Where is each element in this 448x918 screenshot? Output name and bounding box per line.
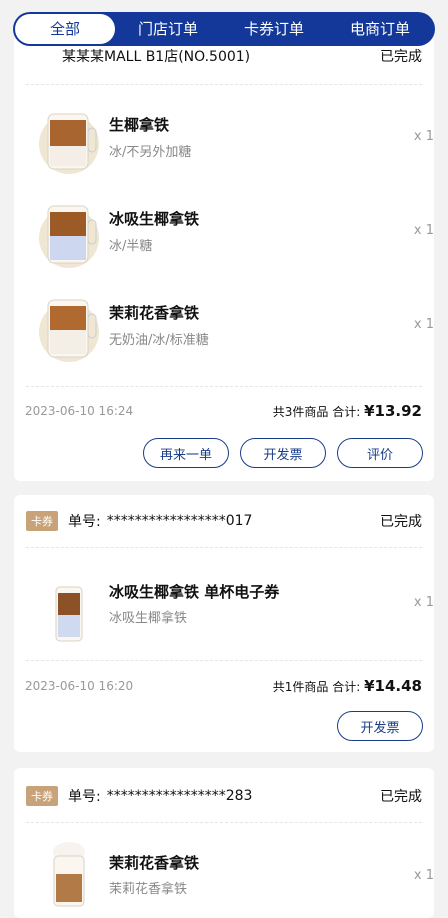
review-button[interactable]: 评价 — [337, 438, 423, 468]
invoice-button[interactable]: 开发票 — [240, 438, 326, 468]
invoice-button[interactable]: 开发票 — [337, 711, 423, 741]
order-total: 共1件商品 合计: ¥14.48 — [273, 677, 422, 695]
tab-coupon-orders[interactable]: 卡券订单 — [221, 14, 327, 44]
item-options: 冰/半糖 — [109, 239, 153, 254]
summary-prefix: 共3件商品 合计: — [272, 405, 361, 419]
total-price: ¥14.48 — [364, 677, 422, 695]
divider — [26, 386, 422, 387]
reorder-button[interactable]: 再来一单 — [143, 438, 229, 468]
item-quantity: x 1 — [413, 868, 434, 883]
order-header: 卡券 单号: *****************017 已完成 — [14, 501, 434, 541]
item-options: 冰/不另外加糖 — [109, 145, 192, 160]
item-options: 无奶油/冰/标准糖 — [109, 333, 209, 348]
item-name: 生椰拿铁 — [109, 116, 170, 134]
list-item[interactable]: 茉莉花香拿铁 茉莉花香拿铁 x 1 — [14, 838, 434, 918]
order-card-1[interactable]: 某某某MALL B1店(NO.5001) 已完成 生椰拿铁 冰/不另外加糖 x … — [14, 36, 434, 481]
order-card-2[interactable]: 卡券 单号: *****************017 已完成 冰吸生椰拿铁 单… — [14, 495, 434, 752]
total-price: ¥13.92 — [364, 402, 422, 420]
tab-store-orders[interactable]: 门店订单 — [115, 14, 221, 44]
item-name: 茉莉花香拿铁 — [109, 304, 200, 322]
order-number: *****************017 — [106, 513, 253, 529]
divider — [26, 660, 422, 661]
divider — [26, 84, 422, 85]
order-status: 已完成 — [380, 789, 422, 805]
order-number-label: 单号: — [68, 514, 101, 530]
jasmine-latte-image — [39, 299, 99, 362]
item-options: 茉莉花香拿铁 — [109, 882, 188, 897]
summary-prefix: 共1件商品 合计: — [272, 680, 361, 694]
list-item[interactable]: 生椰拿铁 冰/不另外加糖 x 1 — [14, 94, 434, 184]
iced-coconut-latte-image — [39, 113, 99, 174]
order-card-3[interactable]: 卡券 单号: *****************283 已完成 茉莉花香拿铁 茉… — [14, 768, 434, 918]
item-quantity: x 1 — [413, 129, 434, 144]
tab-all[interactable]: 全部 — [15, 14, 115, 44]
order-number: *****************283 — [106, 788, 253, 804]
jasmine-latte-cup-image — [53, 842, 85, 907]
order-number-label: 单号: — [68, 789, 101, 805]
list-item[interactable]: 茉莉花香拿铁 无奶油/冰/标准糖 x 1 — [14, 282, 434, 372]
coupon-drink-image — [55, 586, 83, 642]
order-tabs: 全部 门店订单 卡券订单 电商订单 — [13, 12, 435, 46]
coupon-badge: 卡券 — [26, 511, 58, 531]
store-name: 某某某MALL B1店(NO.5001) — [62, 49, 251, 65]
item-quantity: x 1 — [413, 317, 434, 332]
item-quantity: x 1 — [413, 595, 434, 610]
order-status: 已完成 — [380, 49, 422, 65]
order-date: 2023-06-10 16:20 — [25, 679, 134, 693]
order-total: 共3件商品 合计: ¥13.92 — [273, 402, 422, 420]
tab-ecommerce-orders[interactable]: 电商订单 — [327, 14, 433, 44]
coupon-badge: 卡券 — [26, 786, 58, 806]
divider — [26, 547, 422, 548]
item-name: 冰吸生椰拿铁 单杯电子券 — [109, 583, 280, 601]
divider — [26, 822, 422, 823]
iced-latte-blue-image — [39, 205, 99, 268]
list-item[interactable]: 冰吸生椰拿铁 冰/半糖 x 1 — [14, 188, 434, 278]
item-name: 茉莉花香拿铁 — [109, 854, 200, 872]
order-header: 卡券 单号: *****************283 已完成 — [14, 776, 434, 816]
order-date: 2023-06-10 16:24 — [25, 404, 134, 418]
order-status: 已完成 — [380, 514, 422, 530]
item-options: 冰吸生椰拿铁 — [109, 611, 188, 626]
item-quantity: x 1 — [413, 223, 434, 238]
item-name: 冰吸生椰拿铁 — [109, 210, 200, 228]
list-item[interactable]: 冰吸生椰拿铁 单杯电子券 冰吸生椰拿铁 x 1 — [14, 565, 434, 655]
